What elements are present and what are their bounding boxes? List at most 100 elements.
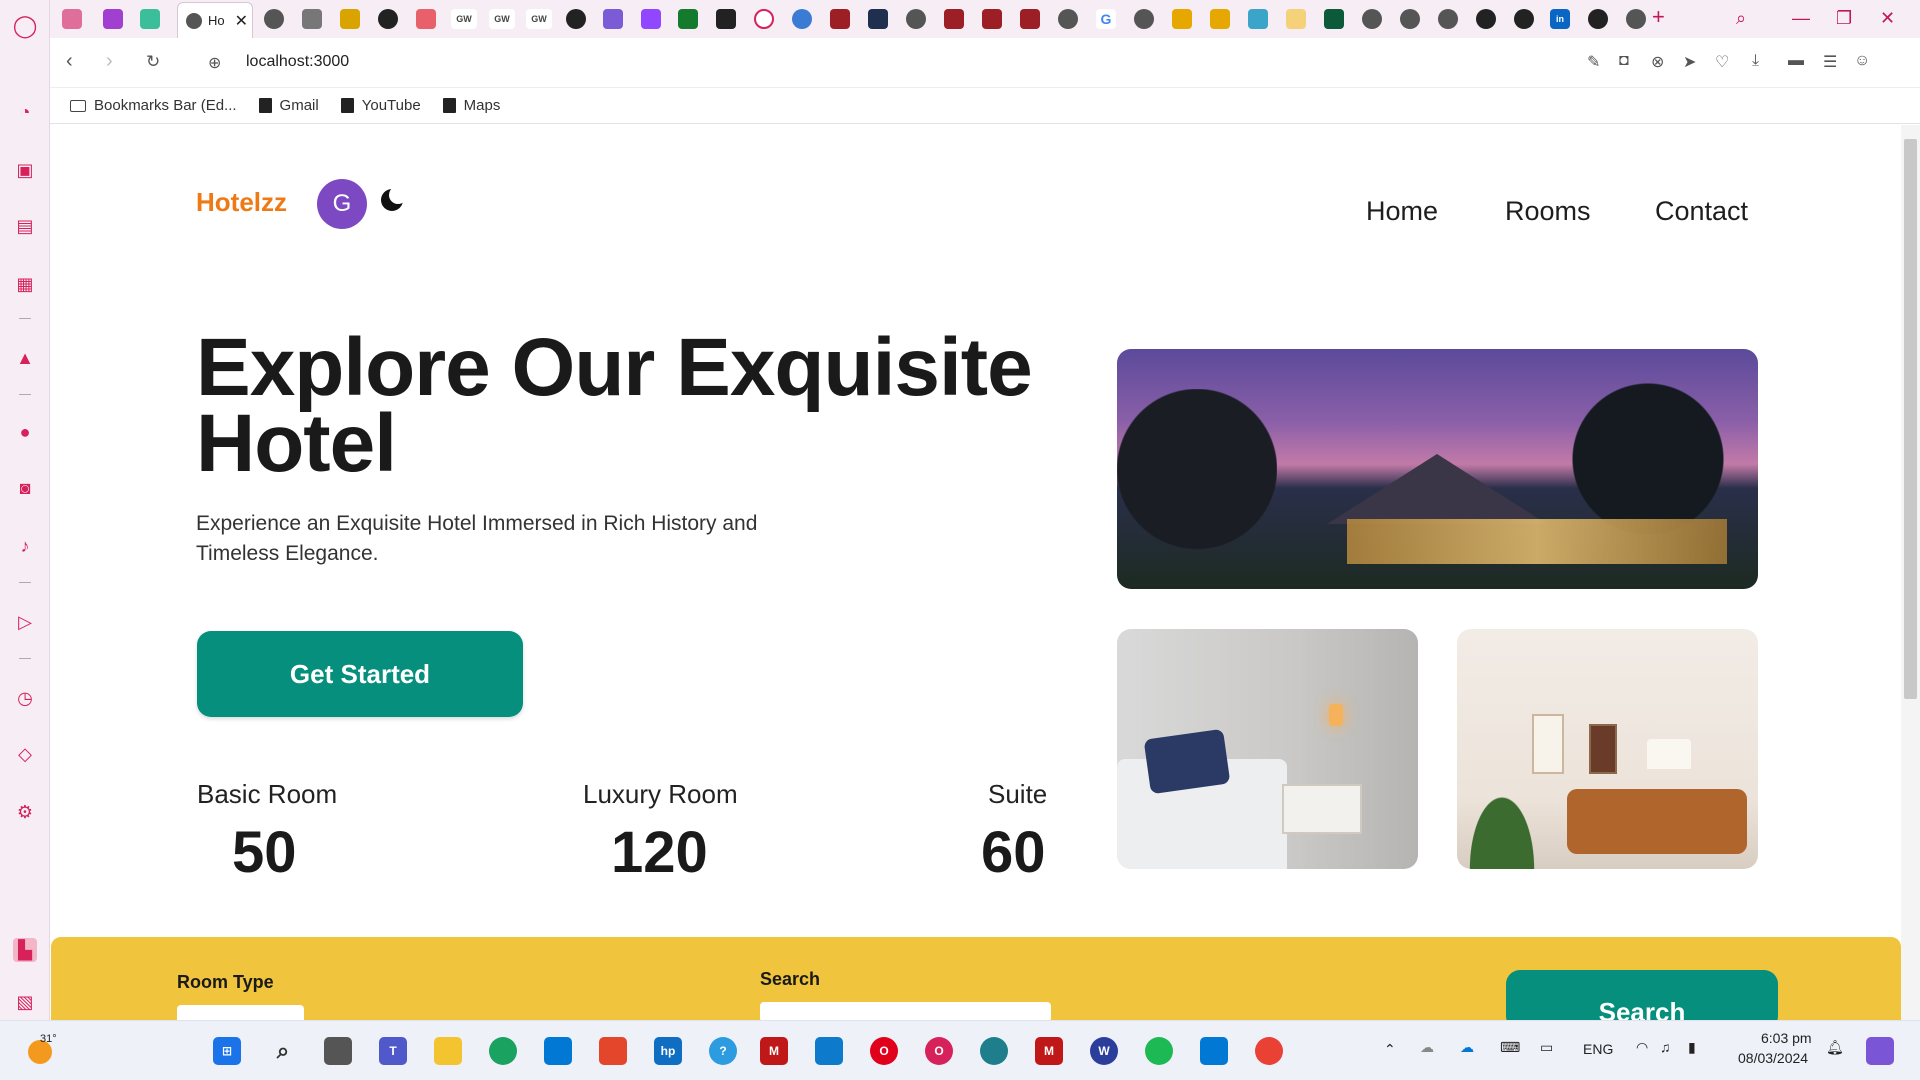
opera-gx-icon[interactable]: O [925,1037,953,1065]
tab-favicon[interactable] [302,9,322,29]
tab-favicon[interactable] [716,9,736,29]
mcafee-icon[interactable]: M [1035,1037,1063,1065]
nav-home[interactable]: Home [1366,196,1438,227]
download-icon[interactable]: ⤓ [1752,52,1759,70]
easy-setup-icon[interactable]: ☰ [1823,52,1837,72]
reload-icon[interactable]: ↻ [146,52,160,72]
github-icon[interactable] [1476,9,1496,29]
new-tab-plus-icon[interactable]: + [1652,4,1665,30]
speed-dial-icon[interactable]: ◔ [13,100,37,124]
wifi-icon[interactable]: ◠ [1636,1039,1648,1056]
github-icon[interactable] [1588,9,1608,29]
get-started-button[interactable]: Get Started [197,631,523,717]
teams-icon[interactable]: T [379,1037,407,1065]
tab-favicon[interactable] [1438,9,1458,29]
tab-favicon[interactable] [906,9,926,29]
globe-icon[interactable] [792,9,812,29]
google-icon[interactable]: G [1096,9,1116,29]
tab-favicon[interactable] [103,9,123,29]
edit-icon[interactable]: ✎ [1587,52,1600,72]
webex-icon[interactable]: W [1090,1037,1118,1065]
bookmark-gmail[interactable]: Gmail [258,97,319,114]
clock-date[interactable]: 08/03/2024 [1738,1050,1808,1066]
clock-time[interactable]: 6:03 pm [1761,1030,1812,1046]
opera-logo-icon[interactable]: ◯ [13,13,38,38]
bookmark-folder[interactable]: Bookmarks Bar (Ed... [70,97,237,114]
show-hidden-icons[interactable]: ⌃ [1384,1041,1396,1058]
minimize-icon[interactable]: — [1792,8,1810,29]
tab-favicon[interactable] [830,9,850,29]
tab-favicon[interactable] [1172,9,1192,29]
linkedin-icon[interactable]: in [1550,9,1570,29]
tab-favicon[interactable] [264,9,284,29]
tab-favicon[interactable] [1362,9,1382,29]
tab-favicon-gw[interactable]: GW [451,9,477,29]
edge-icon[interactable] [489,1037,517,1065]
player-icon[interactable]: ▷ [13,610,37,634]
twitch-icon[interactable] [641,9,661,29]
history-icon[interactable]: ◷ [13,686,37,710]
search-input[interactable] [760,1002,1051,1020]
app-icon[interactable] [815,1037,843,1065]
tab-favicon[interactable] [416,9,436,29]
tab-favicon[interactable] [1210,9,1230,29]
restore-icon[interactable]: ❐ [1836,8,1852,29]
language-indicator[interactable]: ENG [1583,1041,1613,1057]
dark-mode-moon-icon[interactable] [381,186,407,211]
spotify-icon[interactable] [1145,1037,1173,1065]
tab-favicon[interactable] [1286,9,1306,29]
app-icon[interactable] [980,1037,1008,1065]
battery-icon[interactable]: ▬ [1788,52,1804,70]
tab-favicon[interactable] [340,9,360,29]
tab-favicon[interactable] [1400,9,1420,29]
notification-bell-icon[interactable]: 🔔︎ [1826,1039,1844,1056]
battery-icon[interactable]: ▮ [1688,1039,1696,1056]
twitch-icon[interactable]: ▤ [13,214,37,238]
gear-icon[interactable] [566,9,586,29]
settings-gear-icon[interactable]: ⚙ [13,800,37,824]
close-tab-icon[interactable]: ✕ [235,11,248,31]
onedrive-blue-icon[interactable]: ☁ [1460,1039,1474,1056]
tab-favicon[interactable] [944,9,964,29]
search-button[interactable]: Search [1506,970,1778,1020]
whatsapp-icon[interactable]: ● [13,420,37,444]
store-icon[interactable] [544,1037,572,1065]
heart-icon[interactable]: ♡ [1715,52,1729,72]
volume-icon[interactable]: ♫ [1660,1039,1671,1055]
mcafee-icon[interactable]: M [760,1037,788,1065]
page-scrollbar[interactable] [1901,125,1920,1020]
tab-favicon[interactable] [1626,9,1646,29]
gallery-icon[interactable]: ▧ [13,990,37,1014]
tab-favicon[interactable] [1248,9,1268,29]
bookmark-youtube[interactable]: YouTube [340,97,421,114]
help-icon[interactable]: ? [709,1037,737,1065]
room-type-select[interactable] [177,1005,304,1020]
tab-favicon[interactable] [868,9,888,29]
display-icon[interactable]: ▭ [1540,1039,1553,1056]
keyboard-icon[interactable]: ⌨ [1500,1039,1520,1056]
file-explorer-icon[interactable] [434,1037,462,1065]
tab-favicon[interactable] [603,9,623,29]
tiktok-icon[interactable]: ♪ [13,534,37,558]
close-window-icon[interactable]: ✕ [1880,8,1895,29]
bookmark-maps[interactable]: Maps [442,97,500,114]
app-icon[interactable] [599,1037,627,1065]
task-view-icon[interactable] [324,1037,352,1065]
tab-favicon[interactable] [1134,9,1154,29]
opera-icon[interactable] [754,9,774,29]
pinboard-icon[interactable]: ▙ [13,938,37,962]
tracker-blocker-icon[interactable]: ⊗ [1651,52,1664,72]
instagram-icon[interactable]: ◙ [13,476,37,500]
tab-favicon-gw[interactable]: GW [526,9,552,29]
tab-favicon[interactable] [1020,9,1040,29]
github-icon[interactable] [378,9,398,29]
vscode-icon[interactable] [1200,1037,1228,1065]
copilot-icon[interactable] [1866,1037,1894,1065]
search-tabs-icon[interactable]: ⌕ [1736,8,1746,29]
tab-favicon[interactable] [62,9,82,29]
url-field[interactable]: localhost:3000 [246,53,349,71]
profile-icon[interactable]: ☺ [1854,52,1870,70]
extensions-cube-icon[interactable]: ◇ [13,742,37,766]
ai-chip-icon[interactable]: ▦ [13,272,37,296]
tab-favicon[interactable] [1324,9,1344,29]
